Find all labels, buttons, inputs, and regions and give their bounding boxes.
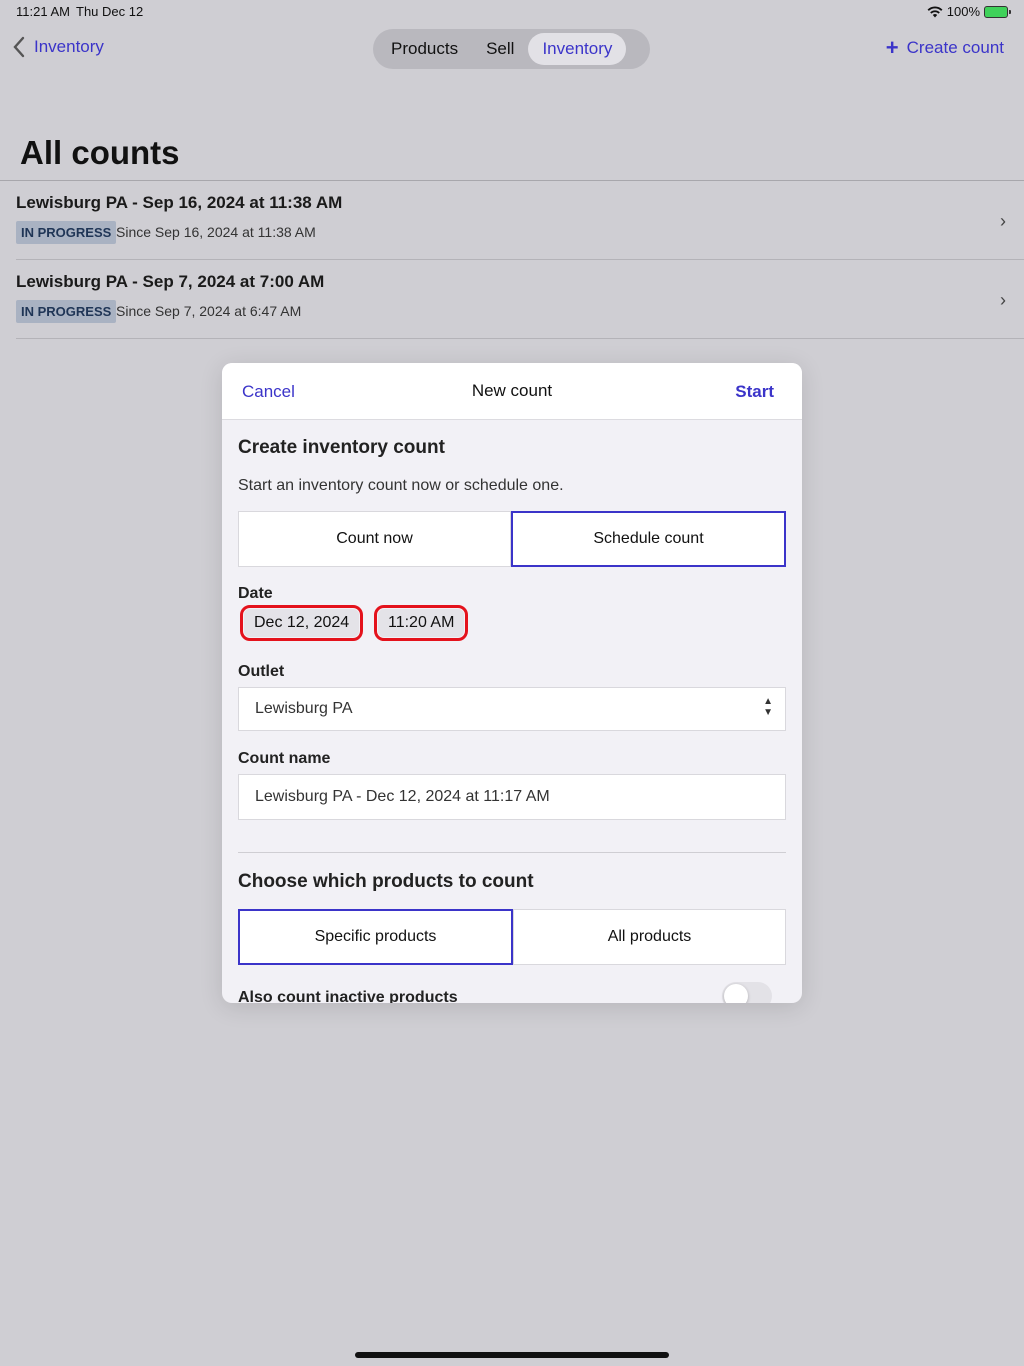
section-switcher: Products Sell Inventory: [373, 29, 650, 69]
status-bar: 11:21 AM Thu Dec 12 100%: [0, 0, 1024, 24]
create-count-label: Create count: [906, 38, 1004, 57]
count-name-field[interactable]: Lewisburg PA - Dec 12, 2024 at 11:17 AM: [238, 774, 786, 820]
outlet-value: Lewisburg PA: [255, 700, 353, 717]
inactive-products-toggle[interactable]: [722, 982, 772, 1003]
home-indicator: [355, 1352, 669, 1358]
wifi-icon: [927, 6, 943, 17]
new-count-modal: Cancel New count Start Create inventory …: [222, 363, 802, 1003]
outlet-label: Outlet: [238, 663, 285, 680]
section-title: Create inventory count: [238, 437, 445, 458]
list-item[interactable]: Lewisburg PA - Sep 16, 2024 at 11:38 AM …: [16, 181, 1024, 260]
tab-products[interactable]: Products: [377, 33, 472, 65]
chevron-right-icon: ›: [1000, 211, 1006, 231]
count-title: Lewisburg PA - Sep 16, 2024 at 11:38 AM: [16, 193, 343, 212]
status-right: 100%: [927, 4, 1011, 19]
back-button[interactable]: Inventory: [12, 36, 104, 58]
count-since: Since Sep 16, 2024 at 11:38 AM: [116, 224, 316, 240]
section-description: Start an inventory count now or schedule…: [238, 477, 564, 494]
battery-percent: 100%: [946, 4, 980, 19]
specific-products-button[interactable]: Specific products: [238, 909, 513, 965]
count-title: Lewisburg PA - Sep 7, 2024 at 7:00 AM: [16, 272, 325, 291]
divider: [238, 852, 786, 853]
count-now-button[interactable]: Count now: [238, 511, 511, 567]
modal-title: New count: [471, 381, 553, 400]
inactive-products-label: Also count inactive products: [238, 989, 458, 1003]
modal-header: Cancel New count Start: [222, 363, 802, 420]
status-date: Thu Dec 12: [76, 4, 144, 19]
tab-sell[interactable]: Sell: [472, 33, 528, 65]
chevron-right-icon: ›: [1000, 290, 1006, 310]
count-name-value: Lewisburg PA - Dec 12, 2024 at 11:17 AM: [255, 788, 550, 805]
counts-list: Lewisburg PA - Sep 16, 2024 at 11:38 AM …: [0, 181, 1024, 339]
count-name-label: Count name: [238, 750, 331, 767]
schedule-count-button[interactable]: Schedule count: [511, 511, 786, 567]
create-count-button[interactable]: + Create count: [885, 35, 1004, 60]
outlet-select[interactable]: Lewisburg PA ▲ ▼: [238, 687, 786, 731]
date-label: Date: [238, 585, 273, 602]
products-section-title: Choose which products to count: [238, 871, 534, 892]
count-since: Since Sep 7, 2024 at 6:47 AM: [116, 303, 302, 319]
date-picker[interactable]: Dec 12, 2024: [239, 605, 364, 641]
select-arrows-icon: ▲ ▼: [763, 696, 773, 718]
list-item[interactable]: Lewisburg PA - Sep 7, 2024 at 7:00 AM IN…: [16, 260, 1024, 339]
tab-inventory[interactable]: Inventory: [528, 33, 627, 65]
page-title: All counts: [20, 134, 180, 171]
time-picker[interactable]: 11:20 AM: [373, 605, 469, 641]
all-products-button[interactable]: All products: [513, 909, 786, 965]
back-label: Inventory: [34, 37, 104, 56]
product-scope-toggle: Specific products All products: [238, 909, 786, 965]
status-badge: IN PROGRESS: [16, 300, 117, 323]
toggle-knob: [724, 984, 748, 1003]
battery-icon: [984, 5, 1011, 18]
status-time: 11:21 AM: [16, 4, 70, 19]
plus-icon: +: [885, 35, 899, 60]
status-badge: IN PROGRESS: [16, 221, 117, 244]
start-button[interactable]: Start: [735, 382, 774, 402]
count-mode-toggle: Count now Schedule count: [238, 511, 786, 567]
chevron-left-icon: [13, 36, 25, 58]
